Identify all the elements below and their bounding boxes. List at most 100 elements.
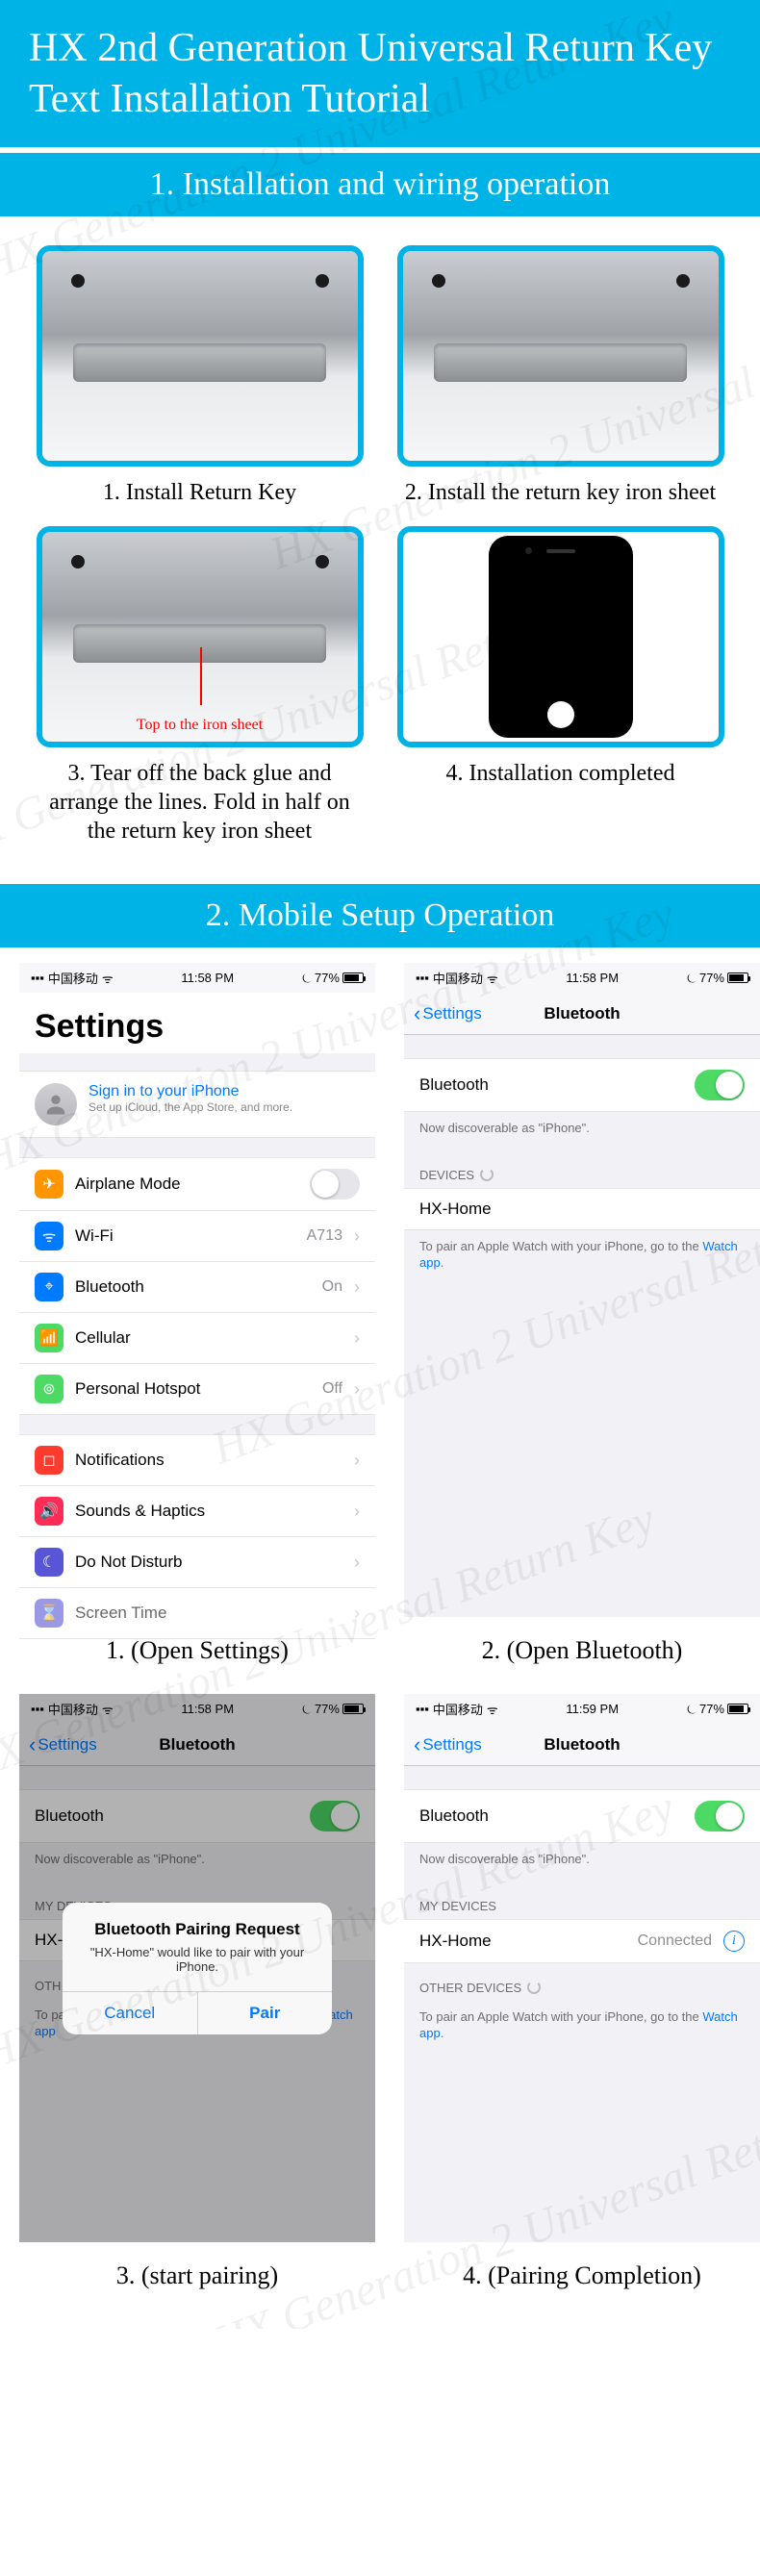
screentime-icon: ⌛ <box>35 1599 63 1628</box>
status-time: 11:58 PM <box>181 971 234 985</box>
row-hx-home-connected[interactable]: HX-HomeConnectedi <box>404 1920 760 1962</box>
connected-value: Connected <box>638 1932 712 1950</box>
wifi-icon: ᯤ <box>35 1222 63 1250</box>
cell-label: Cellular <box>75 1328 342 1348</box>
wifi-icon: ᯤ <box>487 970 498 987</box>
install-cell-1: 1. Install Return Key <box>29 245 370 507</box>
watch-note: To pair an Apple Watch with your iPhone,… <box>404 1230 760 1285</box>
cancel-button[interactable]: Cancel <box>63 1992 198 2034</box>
alert-title: Bluetooth Pairing Request <box>63 1903 332 1941</box>
avatar-icon <box>35 1083 77 1125</box>
back-button[interactable]: ‹Settings <box>414 1003 482 1024</box>
screenshot-1-wrapper: ▪▪▪中国移动ᯤ 11:58 PM ⏾77% Settings Sign in … <box>19 963 375 1665</box>
signin-row[interactable]: Sign in to your iPhoneSet up iCloud, the… <box>19 1071 375 1138</box>
main-title: HX 2nd Generation Universal Return Key T… <box>29 23 731 124</box>
sounds-icon: 🔊 <box>35 1497 63 1526</box>
bt-toggle[interactable] <box>695 1801 745 1831</box>
screenshot-3-wrapper: ▪▪▪中国移动ᯤ 11:58 PM ⏾77% ‹Settings Bluetoo… <box>19 1694 375 2290</box>
chevron-icon: › <box>354 1328 360 1349</box>
battery-pct: 77% <box>315 971 340 985</box>
bt-toggle-list: Bluetooth <box>404 1789 760 1843</box>
row-bluetooth[interactable]: ⌖BluetoothOn› <box>19 1262 375 1313</box>
hot-value: Off <box>322 1380 342 1398</box>
modal-overlay: Bluetooth Pairing Request "HX-Home" woul… <box>19 1694 375 2242</box>
step-caption-3: 3. (start pairing) <box>19 2261 375 2290</box>
bluetooth-icon: ⌖ <box>35 1273 63 1301</box>
row-cellular[interactable]: 📶Cellular› <box>19 1313 375 1364</box>
settings-list-2: ◻Notifications› 🔊Sounds & Haptics› ☾Do N… <box>19 1434 375 1639</box>
install-photo-1 <box>37 245 364 467</box>
status-time: 11:59 PM <box>566 1702 619 1716</box>
alert-message: "HX-Home" would like to pair with your i… <box>63 1941 332 1991</box>
time-label: Screen Time <box>75 1604 342 1623</box>
install-photo-4 <box>397 526 724 747</box>
dnd-label: Do Not Disturb <box>75 1553 342 1572</box>
red-annotation: Top to the iron sheet <box>42 717 358 734</box>
install-caption-3: 3. Tear off the back glue and arrange th… <box>37 759 364 846</box>
signal-icon: ▪▪▪ <box>31 971 44 985</box>
install-caption-1: 1. Install Return Key <box>103 478 296 507</box>
my-devices-header: MY DEVICES <box>404 1881 760 1919</box>
status-time: 11:58 PM <box>566 971 619 985</box>
settings-list-1: ✈Airplane Mode ᯤ Wi-Fi A713 › ⌖BluetoothOn›… <box>19 1157 375 1415</box>
status-bar: ▪▪▪中国移动ᯤ 11:59 PM ⏾77% <box>404 1694 760 1724</box>
row-sounds[interactable]: 🔊Sounds & Haptics› <box>19 1486 375 1537</box>
notifications-icon: ◻ <box>35 1446 63 1475</box>
row-dnd[interactable]: ☾Do Not Disturb› <box>19 1537 375 1588</box>
nav-bar: ‹Settings Bluetooth <box>404 993 760 1035</box>
discoverable-note: Now discoverable as "iPhone". <box>404 1112 760 1150</box>
spinner-icon <box>480 1168 494 1181</box>
install-caption-4: 4. Installation completed <box>446 759 675 788</box>
bt-toggle[interactable] <box>695 1070 745 1100</box>
status-bar: ▪▪▪中国移动ᯤ 11:58 PM ⏾77% <box>404 963 760 993</box>
back-label: Settings <box>422 1004 481 1023</box>
install-cell-3: Top to the iron sheet 3. Tear off the ba… <box>29 526 370 846</box>
screenshot-2-wrapper: ▪▪▪中国移动ᯤ 11:58 PM ⏾77% ‹Settings Bluetoo… <box>404 963 760 1665</box>
watch-note: To pair an Apple Watch with your iPhone,… <box>404 2001 760 2056</box>
section-2-header: 2. Mobile Setup Operation <box>0 884 760 947</box>
bt-toggle-label: Bluetooth <box>419 1075 683 1095</box>
chevron-left-icon: ‹ <box>414 1734 420 1755</box>
main-title-block: HX 2nd Generation Universal Return Key T… <box>0 0 760 147</box>
airplane-toggle[interactable] <box>310 1169 360 1200</box>
back-button[interactable]: ‹Settings <box>414 1734 482 1755</box>
pair-button[interactable]: Pair <box>198 1992 333 2034</box>
sound-label: Sounds & Haptics <box>75 1502 342 1521</box>
section-1-header: 1. Installation and wiring operation <box>0 153 760 216</box>
wifi-icon: ᯤ <box>102 970 114 987</box>
wifi-label: Wi-Fi <box>75 1226 295 1246</box>
row-wifi[interactable]: ᯤ Wi-Fi A713 › <box>19 1211 375 1262</box>
row-hx-home[interactable]: HX-Home <box>404 1189 760 1229</box>
row-notifications[interactable]: ◻Notifications› <box>19 1435 375 1486</box>
wifi-icon: ᯤ <box>487 1701 498 1718</box>
nav-bar: ‹Settings Bluetooth <box>404 1724 760 1766</box>
devices-list: HX-Home <box>404 1188 760 1230</box>
settings-title: Settings <box>19 993 375 1053</box>
signal-icon: ▪▪▪ <box>416 1702 429 1716</box>
chevron-icon: › <box>354 1277 360 1298</box>
chevron-icon: › <box>354 1604 360 1624</box>
screenshot-pairing: ▪▪▪中国移动ᯤ 11:58 PM ⏾77% ‹Settings Bluetoo… <box>19 1694 375 2242</box>
step-caption-4: 4. (Pairing Completion) <box>404 2261 760 2290</box>
row-bt-toggle: Bluetooth <box>404 1059 760 1111</box>
install-cell-2: 2. Install the return key iron sheet <box>390 245 731 507</box>
install-caption-2: 2. Install the return key iron sheet <box>405 478 716 507</box>
status-bar: ▪▪▪中国移动ᯤ 11:58 PM ⏾77% <box>19 963 375 993</box>
chevron-icon: › <box>354 1553 360 1573</box>
install-photo-2 <box>397 245 724 467</box>
other-devices-header: OTHER DEVICES <box>404 1963 760 2001</box>
row-screentime[interactable]: ⌛ Screen Time › <box>19 1588 375 1638</box>
install-cell-4: 4. Installation completed <box>390 526 731 846</box>
carrier: 中国移动 <box>433 969 483 987</box>
signin-subtitle: Set up iCloud, the App Store, and more. <box>89 1100 292 1114</box>
wifi-value: A713 <box>307 1227 342 1245</box>
info-icon[interactable]: i <box>723 1931 745 1952</box>
setup-grid: ▪▪▪中国移动ᯤ 11:58 PM ⏾77% Settings Sign in … <box>0 947 760 2329</box>
bt-toggle-list: Bluetooth <box>404 1058 760 1112</box>
row-airplane[interactable]: ✈Airplane Mode <box>19 1158 375 1211</box>
chevron-icon: › <box>354 1226 360 1247</box>
notif-label: Notifications <box>75 1451 342 1470</box>
battery-pct: 77% <box>699 971 724 985</box>
row-hotspot[interactable]: ⊚Personal HotspotOff› <box>19 1364 375 1414</box>
carrier: 中国移动 <box>433 1700 483 1718</box>
